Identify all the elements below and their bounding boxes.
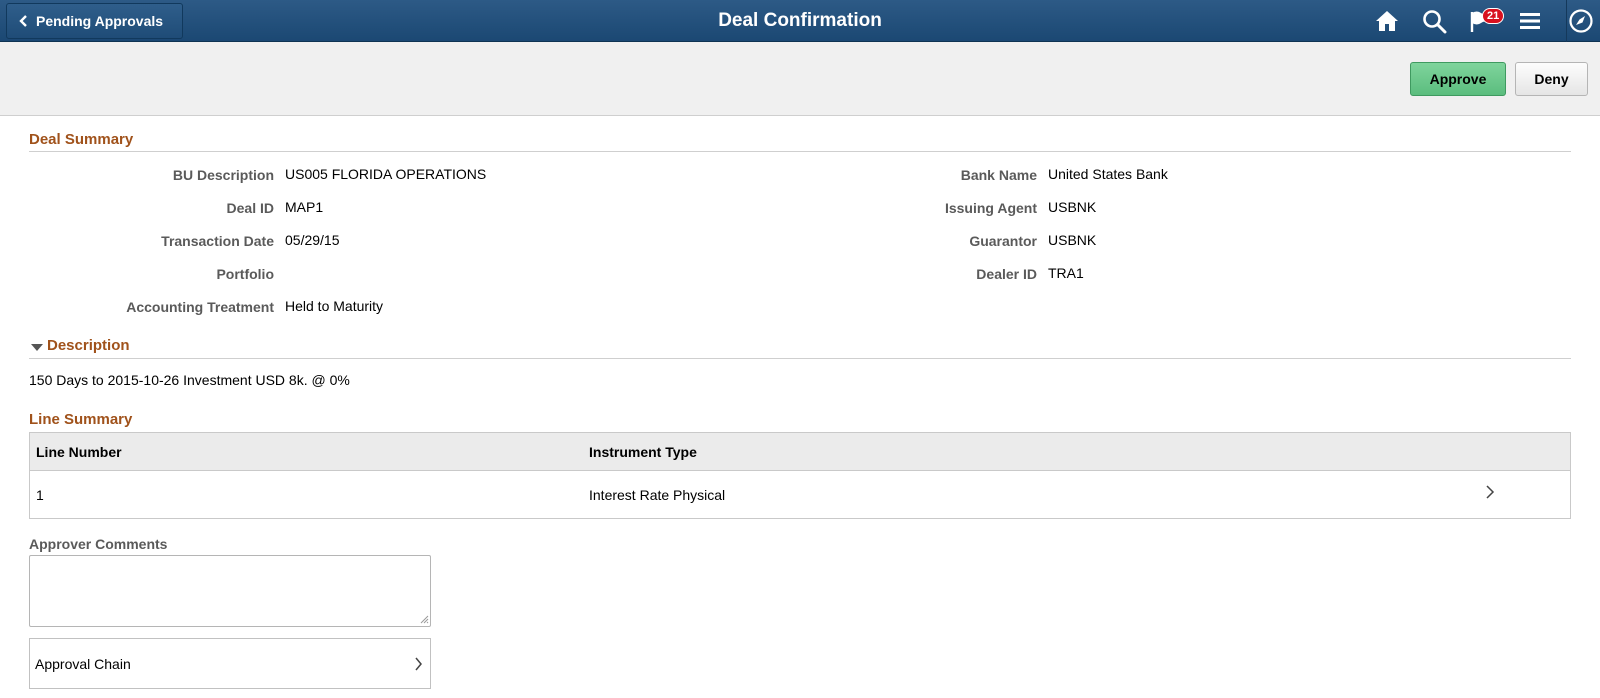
issuing-agent-value: USBNK: [1048, 199, 1097, 215]
approver-comments-input[interactable]: [29, 555, 431, 627]
search-icon[interactable]: [1421, 8, 1447, 34]
transaction-date-label: Transaction Date: [161, 233, 274, 249]
line-number-header: Line Number: [36, 444, 122, 460]
bank-name-value: United States Bank: [1048, 166, 1168, 182]
deal-id-label: Deal ID: [226, 200, 274, 216]
app-header: Pending Approvals Deal Confirmation 21: [0, 0, 1600, 42]
accounting-treatment-label: Accounting Treatment: [126, 299, 274, 315]
notification-count-badge: 21: [1482, 8, 1505, 24]
deal-summary-divider: [29, 151, 1571, 152]
bu-description-value: US005 FLORIDA OPERATIONS: [285, 166, 487, 182]
accounting-treatment-value: Held to Maturity: [285, 298, 384, 314]
bank-name-label: Bank Name: [960, 167, 1037, 183]
menu-icon[interactable]: [1517, 8, 1543, 34]
deal-summary-title: Deal Summary: [29, 131, 134, 148]
portfolio-label: Portfolio: [216, 266, 274, 282]
row-instrument-type[interactable]: Interest Rate Physical: [589, 487, 725, 503]
grid-header: [30, 433, 1570, 471]
line-summary-title: Line Summary: [29, 411, 133, 428]
issuing-agent-label: Issuing Agent: [944, 200, 1037, 216]
approver-comments-label: Approver Comments: [29, 536, 168, 552]
dealer-id-label: Dealer ID: [976, 266, 1037, 282]
instrument-type-header: Instrument Type: [589, 444, 697, 460]
deny-button[interactable]: Deny: [1515, 62, 1588, 96]
description-title[interactable]: Description: [47, 337, 130, 354]
description-divider: [29, 358, 1571, 359]
collapse-triangle-icon[interactable]: [31, 344, 43, 351]
header-divider: [1566, 0, 1567, 42]
approval-chain-link[interactable]: Approval Chain: [29, 638, 431, 689]
guarantor-value: USBNK: [1048, 232, 1097, 248]
dealer-id-value: TRA1: [1048, 265, 1084, 281]
home-icon[interactable]: [1374, 8, 1400, 34]
row-line-number[interactable]: 1: [36, 487, 44, 503]
transaction-date-value: 05/29/15: [285, 232, 340, 248]
chevron-right-icon[interactable]: [1485, 485, 1495, 499]
approval-chain-label: Approval Chain: [35, 655, 131, 672]
navigator-compass-icon[interactable]: [1568, 8, 1594, 34]
guarantor-label: Guarantor: [969, 233, 1037, 249]
description-text: 150 Days to 2015-10-26 Investment USD 8k…: [29, 372, 350, 388]
page-title: Deal Confirmation: [718, 10, 882, 31]
action-bar: Approve Deny: [0, 42, 1600, 116]
line-summary-grid: Line Number Instrument Type 1 Interest R…: [29, 432, 1571, 519]
deal-id-value: MAP1: [285, 199, 324, 215]
resize-handle-icon[interactable]: [420, 615, 429, 624]
approve-button[interactable]: Approve: [1410, 62, 1506, 96]
bu-description-label: BU Description: [172, 167, 274, 183]
chevron-right-icon: [415, 657, 422, 671]
